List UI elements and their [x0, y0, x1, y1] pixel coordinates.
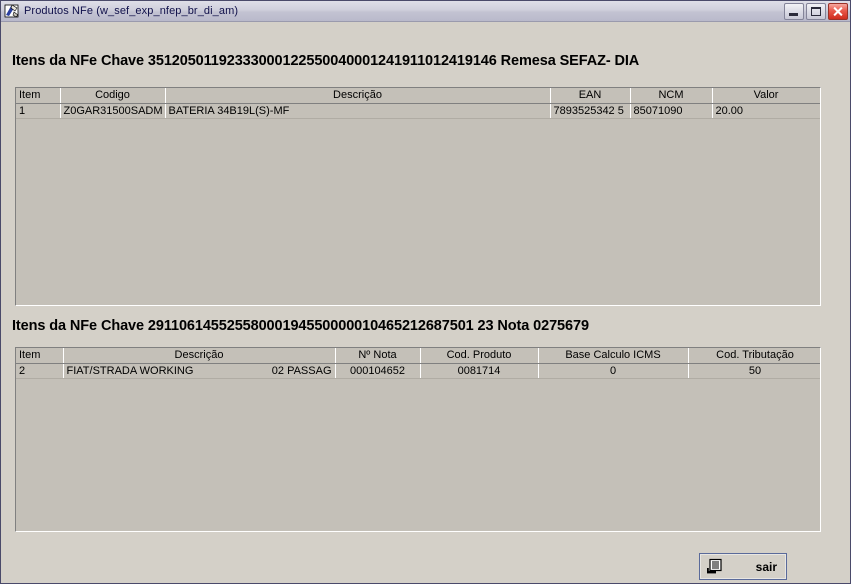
exit-print-icon	[706, 558, 724, 576]
grid1-cell-codigo: Z0GAR31500SADM	[60, 103, 166, 119]
client-area: Itens da NFe Chave 351205011923330001225…	[1, 22, 850, 583]
application-window: Produtos NFe (w_sef_exp_nfep_br_di_am) I…	[0, 0, 851, 584]
grid2-col-cod-produto[interactable]: Cod. Produto	[420, 348, 539, 364]
window-title: Produtos NFe (w_sef_exp_nfep_br_di_am)	[24, 5, 239, 17]
grid2-cell-item: 2	[16, 363, 64, 379]
grid2-cell-cod-tributacao: 50	[688, 363, 820, 379]
grid2-col-num-nota[interactable]: Nº Nota	[335, 348, 421, 364]
grid2-cell-cod-produto: 0081714	[420, 363, 539, 379]
close-button[interactable]	[828, 2, 848, 20]
grid1-cell-item: 1	[16, 103, 61, 119]
grid2-col-base-calculo-icms[interactable]: Base Calculo ICMS	[538, 348, 689, 364]
grid1-col-codigo[interactable]: Codigo	[60, 88, 166, 104]
grid2-col-item[interactable]: Item	[16, 348, 64, 364]
grid1-cell-ean: 7893525342 5	[550, 103, 631, 119]
grid2-col-cod-tributacao[interactable]: Cod. Tributação	[688, 348, 820, 364]
minimize-button[interactable]	[784, 2, 804, 20]
grid2-cell-num-nota: 000104652	[335, 363, 421, 379]
grid1-col-valor[interactable]: Valor	[712, 88, 820, 104]
grid1-col-item[interactable]: Item	[16, 88, 61, 104]
grid2-header-row: Item Descrição Nº Nota Cod. Produto Base…	[16, 348, 820, 364]
grid2-table: Item Descrição Nº Nota Cod. Produto Base…	[16, 348, 820, 379]
section2-title: Itens da NFe Chave 291106145525580001945…	[12, 318, 589, 334]
nfe-items-grid-1[interactable]: Item Codigo Descrição EAN NCM Valor 1 Z0…	[15, 87, 821, 306]
app-window-icon	[4, 3, 20, 19]
minimize-icon	[789, 12, 798, 16]
grid1-cell-valor: 20.00	[712, 103, 820, 119]
table-row[interactable]: 1 Z0GAR31500SADM BATERIA 34B19L(S)-MF 78…	[16, 103, 820, 119]
grid1-cell-descricao: BATERIA 34B19L(S)-MF	[165, 103, 551, 119]
grid1-table: Item Codigo Descrição EAN NCM Valor 1 Z0…	[16, 88, 820, 119]
grid2-cell-descricao: FIAT/STRADA WORKING 02 PASSAG	[63, 363, 336, 379]
exit-button[interactable]: sair	[699, 553, 787, 580]
grid1-col-ean[interactable]: EAN	[550, 88, 631, 104]
exit-button-label: sair	[755, 559, 777, 574]
grid2-col-descricao[interactable]: Descrição	[63, 348, 336, 364]
maximize-icon	[811, 6, 821, 16]
grid2-cell-descricao-suffix: 02 PASSAG	[271, 364, 332, 377]
table-row[interactable]: 2 FIAT/STRADA WORKING 02 PASSAG 00010465…	[16, 363, 820, 379]
maximize-button[interactable]	[806, 2, 826, 20]
nfe-items-grid-2[interactable]: Item Descrição Nº Nota Cod. Produto Base…	[15, 347, 821, 532]
window-controls	[784, 2, 848, 20]
grid2-cell-descricao-main: FIAT/STRADA WORKING	[66, 364, 194, 377]
title-bar[interactable]: Produtos NFe (w_sef_exp_nfep_br_di_am)	[1, 1, 850, 22]
grid1-col-descricao[interactable]: Descrição	[165, 88, 551, 104]
grid1-col-ncm[interactable]: NCM	[630, 88, 713, 104]
grid1-cell-ncm: 85071090	[630, 103, 713, 119]
grid1-header-row: Item Codigo Descrição EAN NCM Valor	[16, 88, 820, 104]
section1-title: Itens da NFe Chave 351205011923330001225…	[12, 53, 640, 69]
close-icon	[833, 6, 843, 16]
grid2-cell-base-calculo-icms: 0	[538, 363, 689, 379]
